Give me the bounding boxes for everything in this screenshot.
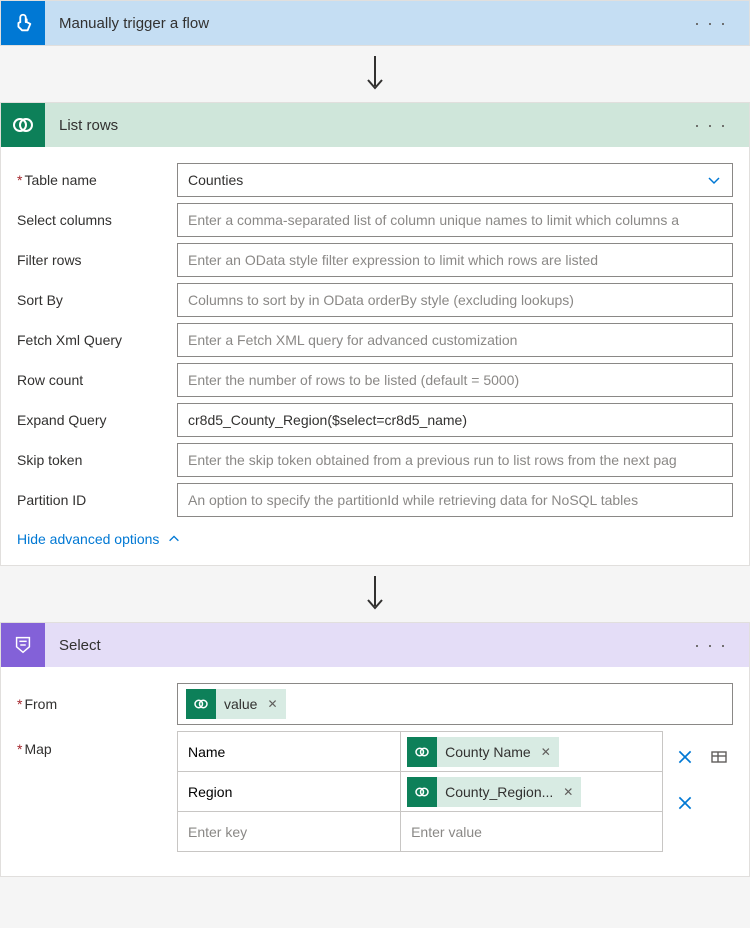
map-row-empty (178, 812, 663, 852)
from-token[interactable]: value ✕ (186, 689, 286, 719)
table-name-label: *Table name (17, 172, 177, 188)
touch-icon (1, 1, 45, 45)
remove-token-icon[interactable]: ✕ (563, 785, 573, 799)
hide-advanced-link[interactable]: Hide advanced options (17, 531, 733, 547)
dataverse-icon (407, 737, 437, 767)
partition-id-input[interactable] (177, 483, 733, 517)
expand-query-label: Expand Query (17, 412, 177, 428)
row-count-input[interactable] (177, 363, 733, 397)
fetch-xml-input[interactable] (177, 323, 733, 357)
sort-by-label: Sort By (17, 292, 177, 308)
from-label: *From (17, 696, 177, 712)
map-row: County_Region... ✕ (178, 772, 663, 812)
map-row-actions (671, 731, 733, 823)
map-key-input[interactable] (178, 772, 400, 811)
chevron-up-icon (167, 532, 181, 546)
connector-arrow (0, 46, 750, 102)
select-card: Select · · · *From value ✕ *Map (0, 622, 750, 877)
delete-row-button[interactable] (671, 743, 699, 771)
map-key-input[interactable] (178, 812, 400, 851)
select-menu-button[interactable]: · · · (688, 635, 733, 656)
dataverse-icon (407, 777, 437, 807)
select-columns-label: Select columns (17, 212, 177, 228)
select-header[interactable]: Select · · · (1, 623, 749, 667)
select-columns-input[interactable] (177, 203, 733, 237)
row-count-label: Row count (17, 372, 177, 388)
trigger-menu-button[interactable]: · · · (688, 13, 733, 34)
map-value-token[interactable]: County Name ✕ (407, 737, 559, 767)
partition-id-label: Partition ID (17, 492, 177, 508)
sort-by-input[interactable] (177, 283, 733, 317)
expand-query-input[interactable] (177, 403, 733, 437)
chevron-down-icon (706, 172, 722, 188)
remove-token-icon[interactable]: ✕ (541, 745, 551, 759)
trigger-card: Manually trigger a flow · · · (0, 0, 750, 46)
filter-rows-input[interactable] (177, 243, 733, 277)
trigger-header[interactable]: Manually trigger a flow · · · (1, 1, 749, 45)
connector-arrow (0, 566, 750, 622)
map-value-input[interactable] (401, 812, 662, 851)
listrows-card: List rows · · · *Table name Counties Sel… (0, 102, 750, 566)
trigger-title: Manually trigger a flow (59, 15, 688, 32)
map-value-token[interactable]: County_Region... ✕ (407, 777, 581, 807)
skip-token-input[interactable] (177, 443, 733, 477)
map-label: *Map (17, 731, 177, 757)
map-table: County Name ✕ County_Reg (177, 731, 663, 852)
listrows-header[interactable]: List rows · · · (1, 103, 749, 147)
dataverse-icon (1, 103, 45, 147)
map-key-input[interactable] (178, 732, 400, 771)
map-row: County Name ✕ (178, 732, 663, 772)
dataverse-icon (186, 689, 216, 719)
filter-rows-label: Filter rows (17, 252, 177, 268)
fetch-xml-label: Fetch Xml Query (17, 332, 177, 348)
listrows-menu-button[interactable]: · · · (688, 115, 733, 136)
table-name-value: Counties (188, 172, 243, 188)
delete-row-button[interactable] (671, 789, 699, 817)
skip-token-label: Skip token (17, 452, 177, 468)
listrows-title: List rows (59, 117, 688, 134)
remove-token-icon[interactable]: ✕ (267, 697, 277, 711)
table-name-dropdown[interactable]: Counties (177, 163, 733, 197)
select-body: *From value ✕ *Map (1, 667, 749, 876)
select-operation-icon (1, 623, 45, 667)
listrows-body: *Table name Counties Select columns Filt… (1, 147, 749, 565)
select-title: Select (59, 637, 688, 654)
from-input[interactable]: value ✕ (177, 683, 733, 725)
switch-mode-button[interactable] (705, 743, 733, 771)
